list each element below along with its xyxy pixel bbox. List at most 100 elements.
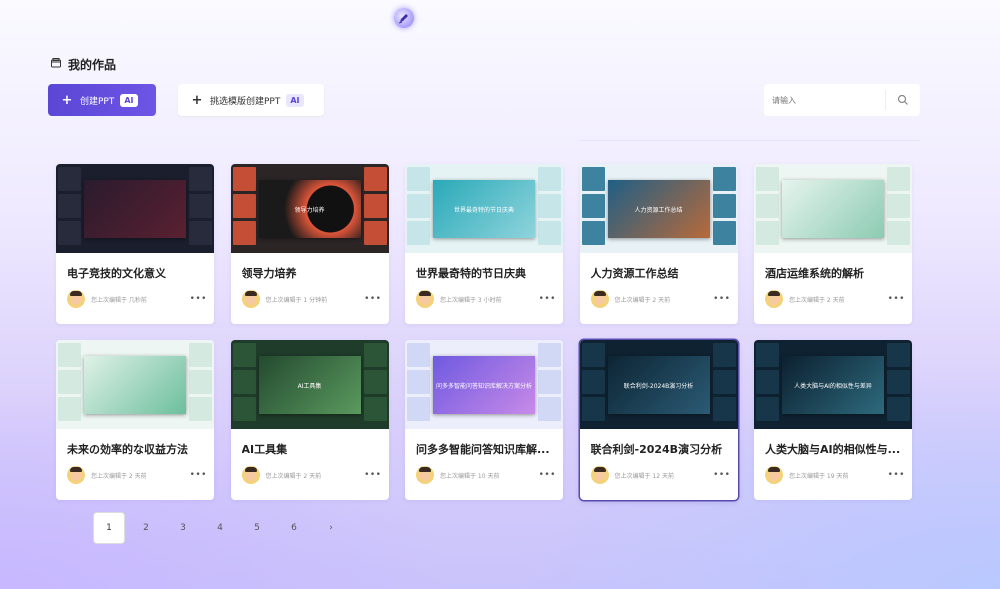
work-card[interactable]: 联合利剑-2024B演习分析 联合利剑-2024B演习分析 您上次编辑于 12 天前… (579, 340, 738, 500)
more-dots-icon[interactable]: ••• (190, 294, 207, 304)
card-thumbnail[interactable] (754, 164, 912, 253)
pen-logo-icon[interactable] (394, 8, 414, 28)
prev-page-button[interactable]: ‹ (56, 512, 88, 544)
mini-slide (363, 167, 387, 191)
search-input[interactable] (764, 84, 886, 116)
work-card[interactable]: 世界最奇特的节日庆典 世界最奇特的节日庆典 您上次编辑于 3 小时前 ••• (405, 164, 563, 324)
avatar (590, 290, 609, 308)
more-dots-icon[interactable]: ••• (713, 294, 730, 304)
edit-time: 您上次编辑于 10 天前 (440, 472, 500, 480)
page-title: 我的作品 (50, 56, 116, 73)
mini-slide (538, 370, 561, 394)
more-dots-icon[interactable]: ••• (888, 470, 905, 480)
card-thumbnail[interactable] (56, 340, 214, 429)
next-page-button[interactable]: › (315, 512, 347, 544)
mini-slide (581, 194, 605, 218)
mini-slide (232, 221, 256, 245)
mini-slide (887, 397, 910, 421)
more-dots-icon[interactable]: ••• (364, 470, 381, 480)
search-button[interactable] (886, 84, 920, 116)
template-create-label: 挑选模版创建PPT (210, 96, 281, 107)
card-footer: 您上次编辑于 3 小时前 ••• (416, 290, 556, 308)
page-2-button[interactable]: 2 (130, 512, 162, 544)
mini-slide (712, 221, 736, 245)
card-thumbnail[interactable]: 问多多智能问答知识库解决方案分析 (405, 340, 563, 429)
mini-slide (712, 167, 736, 191)
thumbnail-main-slide (84, 180, 186, 238)
avatar (416, 290, 434, 308)
edit-time: 您上次编辑于 1 分钟前 (265, 296, 328, 304)
mini-slide (189, 194, 212, 218)
card-title: 联合利剑-2024B演习分析 (590, 443, 723, 456)
thumbnail-main-slide: 世界最奇特的节日庆典 (433, 180, 535, 238)
folder-icon (50, 57, 62, 72)
work-card[interactable]: 电子竞技的文化意义 您上次编辑于 几秒前 ••• (56, 164, 214, 324)
mini-slide (538, 167, 561, 191)
card-thumbnail[interactable]: 人力资源工作总结 (579, 164, 738, 253)
edit-time: 您上次编辑于 12 天前 (614, 472, 674, 480)
more-dots-icon[interactable]: ••• (190, 470, 207, 480)
work-card[interactable]: AI工具集 AI工具集您上次编辑于 2 天前 ••• (230, 340, 389, 500)
mini-slide (756, 343, 779, 367)
search-icon (897, 91, 909, 110)
mini-slide (581, 167, 605, 191)
mini-slide (58, 167, 81, 191)
avatar (67, 290, 85, 308)
page-5-button[interactable]: 5 (241, 512, 273, 544)
page-1-button[interactable]: 1 (93, 512, 125, 544)
mini-slide (232, 397, 256, 421)
work-card[interactable]: 酒店运维系统的解析 您上次编辑于 2 天前 ••• (754, 164, 912, 324)
mini-slide (58, 194, 81, 218)
mini-slide (756, 221, 779, 245)
card-footer: 您上次编辑于 19 天前 ••• (765, 466, 905, 484)
card-thumbnail[interactable]: 联合利剑-2024B演习分析 (579, 340, 738, 429)
card-footer: 您上次编辑于 2 天前 ••• (765, 290, 905, 308)
card-footer: 您上次编辑于 2 天前 ••• (590, 290, 731, 308)
more-dots-icon[interactable]: ••• (364, 294, 381, 304)
avatar (241, 466, 260, 484)
ai-badge: AI (286, 93, 304, 107)
work-card[interactable]: 人力资源工作总结 人力资源工作总结 您上次编辑于 2 天前 ••• (579, 164, 738, 324)
card-thumbnail[interactable]: 世界最奇特的节日庆典 (405, 164, 563, 253)
work-card[interactable]: 未来の効率的な収益方法 您上次编辑于 2 天前 ••• (56, 340, 214, 500)
mini-slide (363, 221, 387, 245)
card-title: AI工具集 (241, 443, 288, 456)
page-3-button[interactable]: 3 (167, 512, 199, 544)
page-4-button[interactable]: 4 (204, 512, 236, 544)
page-title-text: 我的作品 (68, 58, 117, 72)
mini-slide (407, 343, 430, 367)
work-card[interactable]: 人类大脑与AI的相似性与差异 人类大脑与AI的相似性与... 您上次编辑于 19 天… (754, 340, 912, 500)
mini-slide (58, 370, 81, 394)
card-thumbnail[interactable]: AI工具集 (230, 340, 389, 429)
create-ppt-button[interactable]: + 创建PPT AI (48, 84, 156, 116)
more-dots-icon[interactable]: ••• (539, 470, 556, 480)
card-title: 人力资源工作总结 (590, 267, 679, 280)
work-card[interactable]: 领导力培养 领导力培养 您上次编辑于 1 分钟前 ••• (230, 164, 389, 324)
avatar (765, 466, 783, 484)
mini-slide (887, 370, 910, 394)
edit-time: 您上次编辑于 2 天前 (91, 472, 147, 480)
search-box (764, 84, 920, 116)
mini-slide (581, 397, 605, 421)
card-title: 电子竞技的文化意义 (67, 267, 166, 280)
mini-slide (232, 343, 256, 367)
mini-slide (712, 343, 736, 367)
edit-time: 您上次编辑于 19 天前 (789, 472, 849, 480)
page-6-button[interactable]: 6 (278, 512, 310, 544)
mini-slide (407, 194, 430, 218)
template-create-button[interactable]: + 挑选模版创建PPT AI (178, 84, 324, 116)
work-card[interactable]: 问多多智能问答知识库解决方案分析 问多多智能问答知识库解... 您上次编辑于 10 … (405, 340, 563, 500)
thumbnail-main-slide: 问多多智能问答知识库解决方案分析 (433, 356, 535, 414)
card-footer: 您上次编辑于 2 天前 ••• (241, 466, 382, 484)
card-thumbnail[interactable]: 人类大脑与AI的相似性与差异 (754, 340, 912, 429)
more-dots-icon[interactable]: ••• (888, 294, 905, 304)
card-thumbnail[interactable] (56, 164, 214, 253)
more-dots-icon[interactable]: ••• (713, 470, 730, 480)
mini-slide (538, 194, 561, 218)
mini-slide (538, 397, 561, 421)
card-footer: 您上次编辑于 2 天前 ••• (67, 466, 207, 484)
mini-slide (407, 397, 430, 421)
card-title: 世界最奇特的节日庆典 (416, 267, 526, 280)
more-dots-icon[interactable]: ••• (539, 294, 556, 304)
card-thumbnail[interactable]: 领导力培养 (230, 164, 389, 253)
